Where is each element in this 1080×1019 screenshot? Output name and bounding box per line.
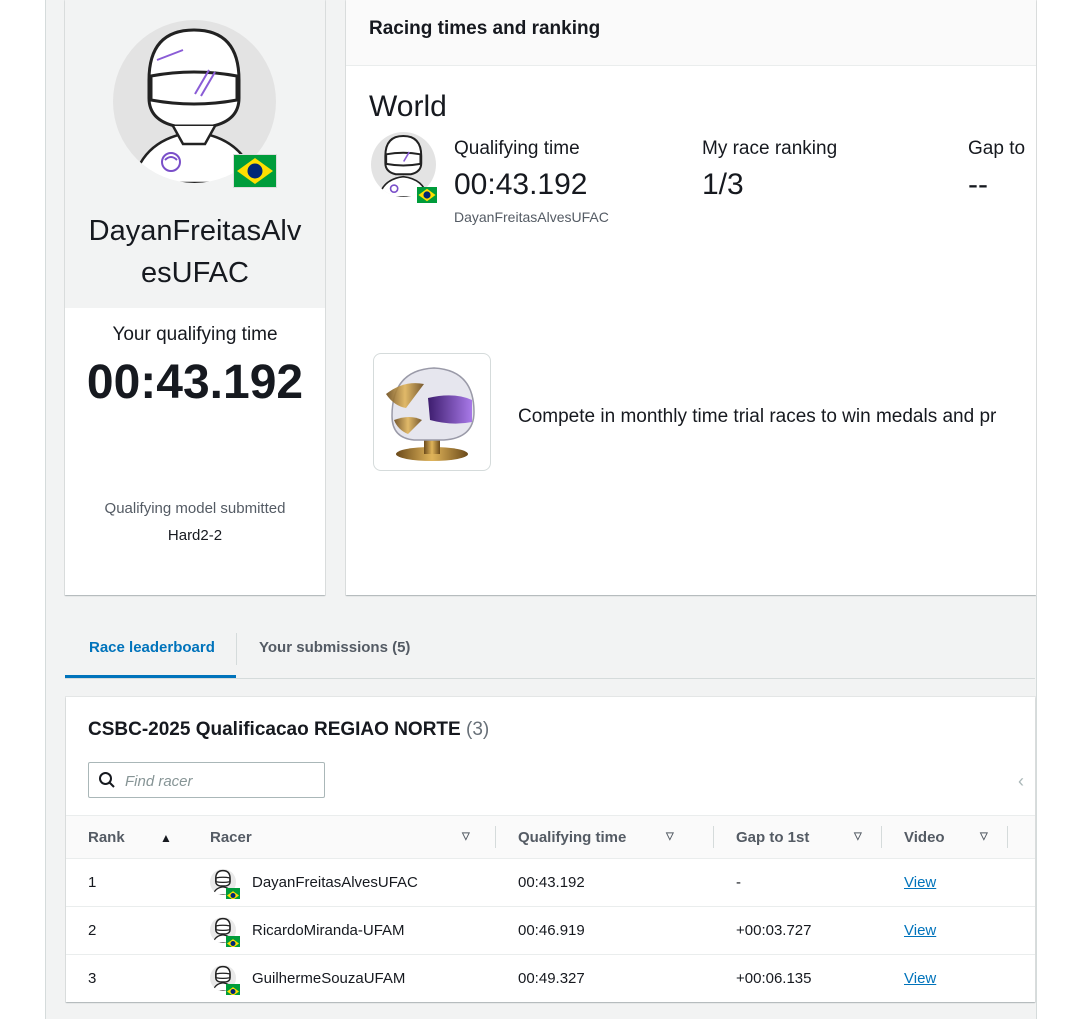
cell-video: View — [882, 954, 1008, 1002]
stat-gap-label: Gap to — [968, 138, 1026, 159]
column-label: Gap to 1st — [736, 828, 810, 846]
column-label: Rank — [88, 828, 125, 846]
racer-name: DayanFreitasAlvesUFAC — [252, 874, 418, 891]
column-header-gap[interactable]: Gap to 1st ▽ — [714, 815, 882, 859]
cell-racer: RicardoMiranda-UFAM — [188, 906, 496, 955]
cell-racer: DayanFreitasAlvesUFAC — [188, 858, 496, 907]
cell-rank: 1 — [66, 858, 188, 907]
sort-descending-icon[interactable]: ▽ — [980, 831, 988, 842]
cell-overflow — [1008, 906, 1035, 955]
stat-racer-name: DayanFreitasAlvesUFAC — [454, 209, 609, 225]
tab-divider — [236, 633, 237, 665]
tab-your-submissions[interactable]: Your submissions (5) — [259, 639, 410, 656]
table-header-row: Rank ▲ Racer ▽ Qualifying time ▽ Gap to 1st… — [66, 815, 1035, 859]
sort-descending-icon[interactable]: ▽ — [666, 831, 674, 842]
column-header-racer[interactable]: Racer ▽ — [188, 815, 496, 859]
cell-rank: 2 — [66, 906, 188, 955]
brazil-flag-icon — [226, 888, 240, 899]
cell-gap: +00:03.727 — [714, 906, 882, 955]
qualifying-time-value: 00:43.192 — [86, 356, 304, 409]
column-header-overflow — [1008, 815, 1035, 859]
brazil-flag-icon — [417, 187, 437, 203]
cell-racer: GuilhermeSouzaUFAM — [188, 954, 496, 1002]
cell-qualifying-time: 00:46.919 — [496, 906, 714, 955]
active-tab-indicator — [65, 675, 236, 678]
stat-ranking-label: My race ranking — [702, 138, 838, 159]
cell-video: View — [882, 906, 1008, 955]
brazil-flag-icon — [226, 936, 240, 947]
table-row: 3 GuilhermeSouzaUFAM 00:49.327 +00:06.135 Vi… — [66, 954, 1035, 1002]
cell-rank: 3 — [66, 954, 188, 1002]
racer-name: DayanFreitasAlvesUFAC — [88, 215, 302, 289]
column-label: Qualifying time — [518, 828, 627, 846]
racer-name: GuilhermeSouzaUFAM — [252, 970, 406, 987]
sort-descending-icon[interactable]: ▽ — [462, 831, 470, 842]
ranking-scope-title: World — [369, 90, 447, 123]
racing-card-title: Racing times and ranking — [369, 18, 601, 39]
model-submitted-label: Qualifying model submitted — [104, 500, 286, 517]
stat-ranking-value: 1/3 — [702, 168, 744, 201]
qualifying-time-label: Your qualifying time — [112, 324, 278, 345]
view-video-link[interactable]: View — [904, 874, 936, 891]
leaderboard-count: (3) — [466, 719, 490, 740]
medal-helmet-icon — [386, 367, 475, 461]
profile-header: DayanFreitasAlvesUFAC — [65, 0, 325, 308]
table-row: 2 RicardoMiranda-UFAM 00:46.919 +00:03.727 V… — [66, 906, 1035, 955]
cell-gap: +00:06.135 — [714, 954, 882, 1002]
column-label: Video — [904, 828, 945, 846]
tab-race-leaderboard[interactable]: Race leaderboard — [89, 639, 215, 656]
search-input[interactable] — [123, 763, 322, 799]
leaderboard-rows: 1 DayanFreitasAlvesUFAC 00:43.192- View 2 Ric… — [66, 858, 1035, 1002]
cell-video: View — [882, 858, 1008, 907]
column-header-video[interactable]: Video ▽ — [882, 815, 1008, 859]
cell-overflow — [1008, 858, 1035, 907]
search-icon — [99, 772, 115, 788]
cell-overflow — [1008, 954, 1035, 1002]
medal-image — [373, 353, 491, 471]
racing-card-header: Racing times and ranking — [346, 0, 1036, 66]
cell-qualifying-time: 00:43.192 — [496, 858, 714, 907]
view-video-link[interactable]: View — [904, 970, 936, 987]
model-name: Hard2-2 — [167, 527, 223, 544]
sort-descending-icon[interactable]: ▽ — [854, 831, 862, 842]
column-header-rank[interactable]: Rank ▲ — [66, 815, 188, 859]
table-row: 1 DayanFreitasAlvesUFAC 00:43.192- View — [66, 858, 1035, 907]
leaderboard-title: CSBC-2025 Qualificacao REGIAO NORTE (3) — [88, 719, 489, 741]
leaderboard-card: CSBC-2025 Qualificacao REGIAO NORTE (3) … — [66, 697, 1035, 1002]
racer-name: RicardoMiranda-UFAM — [252, 922, 405, 939]
brazil-flag-icon — [233, 154, 277, 188]
profile-card: DayanFreitasAlvesUFAC Your qualifying ti… — [65, 0, 325, 595]
stat-qualifying-value: 00:43.192 — [454, 168, 588, 201]
tab-bar: Race leaderboard Your submissions (5) — [65, 625, 1035, 679]
promo-text: Compete in monthly time trial races to w… — [518, 406, 997, 427]
stat-qualifying-label: Qualifying time — [454, 138, 580, 159]
sort-ascending-icon[interactable]: ▲ — [160, 831, 172, 845]
column-label: Racer — [210, 828, 252, 846]
column-header-qualifying-time[interactable]: Qualifying time ▽ — [496, 815, 714, 859]
cell-gap: - — [714, 858, 882, 907]
find-racer-search — [88, 762, 325, 799]
racing-times-card: Racing times and ranking World Qualifyin… — [346, 0, 1036, 595]
view-video-link[interactable]: View — [904, 922, 936, 939]
stat-gap-value: -- — [968, 168, 988, 201]
brazil-flag-icon — [226, 984, 240, 995]
leaderboard-table: Rank ▲ Racer ▽ Qualifying time ▽ Gap to 1st… — [66, 815, 1035, 1002]
cell-qualifying-time: 00:49.327 — [496, 954, 714, 1002]
leaderboard-name: CSBC-2025 Qualificacao REGIAO NORTE — [88, 719, 461, 740]
chevron-left-icon[interactable]: ‹ — [1018, 771, 1024, 792]
